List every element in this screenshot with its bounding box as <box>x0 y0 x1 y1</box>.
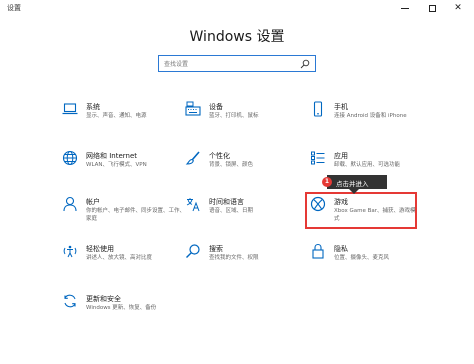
callout-tooltip: 1 点击并进入 <box>322 175 387 194</box>
tile-title: 更新和安全 <box>86 295 121 303</box>
tile-title: 隐私 <box>334 245 348 253</box>
tile-update-security[interactable]: 更新和安全 Windows 更新、恢复、备份 <box>62 293 192 331</box>
minimize-icon <box>401 7 409 9</box>
tile-desc: WLAN、飞行模式、VPN <box>86 162 147 168</box>
tile-privacy[interactable]: 隐私 位置、摄像头、麦克风 <box>310 243 440 281</box>
tile-title: 设备 <box>209 103 223 111</box>
tile-search[interactable]: 搜索 查找我的文件、权限 <box>185 243 315 281</box>
title-bar: 设置 ✕ <box>0 0 474 16</box>
tile-system[interactable]: 系统 显示、声音、通知、电源 <box>62 101 192 139</box>
step-badge: 1 <box>322 177 332 187</box>
tile-title: 系统 <box>86 103 100 111</box>
person-icon <box>63 196 77 212</box>
globe-icon <box>62 150 78 166</box>
tile-desc: 查找我的文件、权限 <box>209 255 259 261</box>
search-box[interactable] <box>158 55 316 72</box>
tile-title: 应用 <box>334 152 348 160</box>
app-title: 设置 <box>7 4 21 12</box>
tile-personalization[interactable]: 个性化 背景、锁屏、颜色 <box>185 150 315 188</box>
phone-icon <box>313 101 323 117</box>
tile-network[interactable]: 网络和 Internet WLAN、飞行模式、VPN <box>62 150 192 188</box>
search-icon <box>186 244 200 258</box>
tile-title: 时间和语言 <box>209 198 244 206</box>
tile-accounts[interactable]: 帐户 你的帐户、电子邮件、同步设置、工作、家庭 <box>62 196 192 234</box>
tile-time-language[interactable]: 时间和语言 语音、区域、日期 <box>185 196 315 234</box>
callout-text: 点击并进入 <box>336 180 369 188</box>
tile-desc: 背景、锁屏、颜色 <box>209 162 254 168</box>
tile-title: 手机 <box>334 103 348 111</box>
close-icon: ✕ <box>454 2 462 13</box>
time-language-icon <box>186 198 200 212</box>
tile-desc: 卸载、默认应用、可选功能 <box>334 162 401 168</box>
apps-list-icon <box>311 151 325 165</box>
tile-desc: 显示、声音、通知、电源 <box>86 113 147 119</box>
tile-devices[interactable]: 设备 蓝牙、打印机、鼠标 <box>185 101 315 139</box>
page-title: Windows 设置 <box>189 29 285 45</box>
tile-phone[interactable]: 手机 连接 Android 设备和 iPhone <box>310 101 440 139</box>
highlight-box <box>305 192 417 229</box>
ease-of-access-icon <box>63 245 77 258</box>
lock-icon <box>312 243 324 259</box>
tile-title: 网络和 Internet <box>86 152 138 160</box>
tile-desc: 语音、区域、日期 <box>209 208 254 214</box>
maximize-button[interactable] <box>418 0 446 16</box>
tile-desc: Windows 更新、恢复、备份 <box>86 305 157 311</box>
tile-title: 个性化 <box>209 152 230 160</box>
minimize-button[interactable] <box>391 0 419 16</box>
tile-desc: 你的帐户、电子邮件、同步设置、工作、家庭 <box>86 208 186 222</box>
tile-desc: 蓝牙、打印机、鼠标 <box>209 113 259 119</box>
paintbrush-icon <box>185 151 200 165</box>
keyboard-icon <box>185 101 201 116</box>
tile-desc: 位置、摄像头、麦克风 <box>334 255 390 261</box>
search-icon[interactable] <box>300 59 310 69</box>
tile-title: 轻松使用 <box>86 245 114 253</box>
tile-ease-of-access[interactable]: 轻松使用 讲述人、放大镜、高对比度 <box>62 243 192 281</box>
laptop-icon <box>62 103 78 115</box>
tile-desc: 讲述人、放大镜、高对比度 <box>86 255 153 261</box>
tile-title: 帐户 <box>86 198 100 206</box>
callout-tail <box>349 189 359 194</box>
tile-title: 搜索 <box>209 245 223 253</box>
maximize-icon <box>428 4 436 12</box>
sync-icon <box>64 294 76 308</box>
close-button[interactable]: ✕ <box>444 0 472 16</box>
tile-desc: 连接 Android 设备和 iPhone <box>334 113 407 119</box>
search-input[interactable] <box>164 59 294 69</box>
